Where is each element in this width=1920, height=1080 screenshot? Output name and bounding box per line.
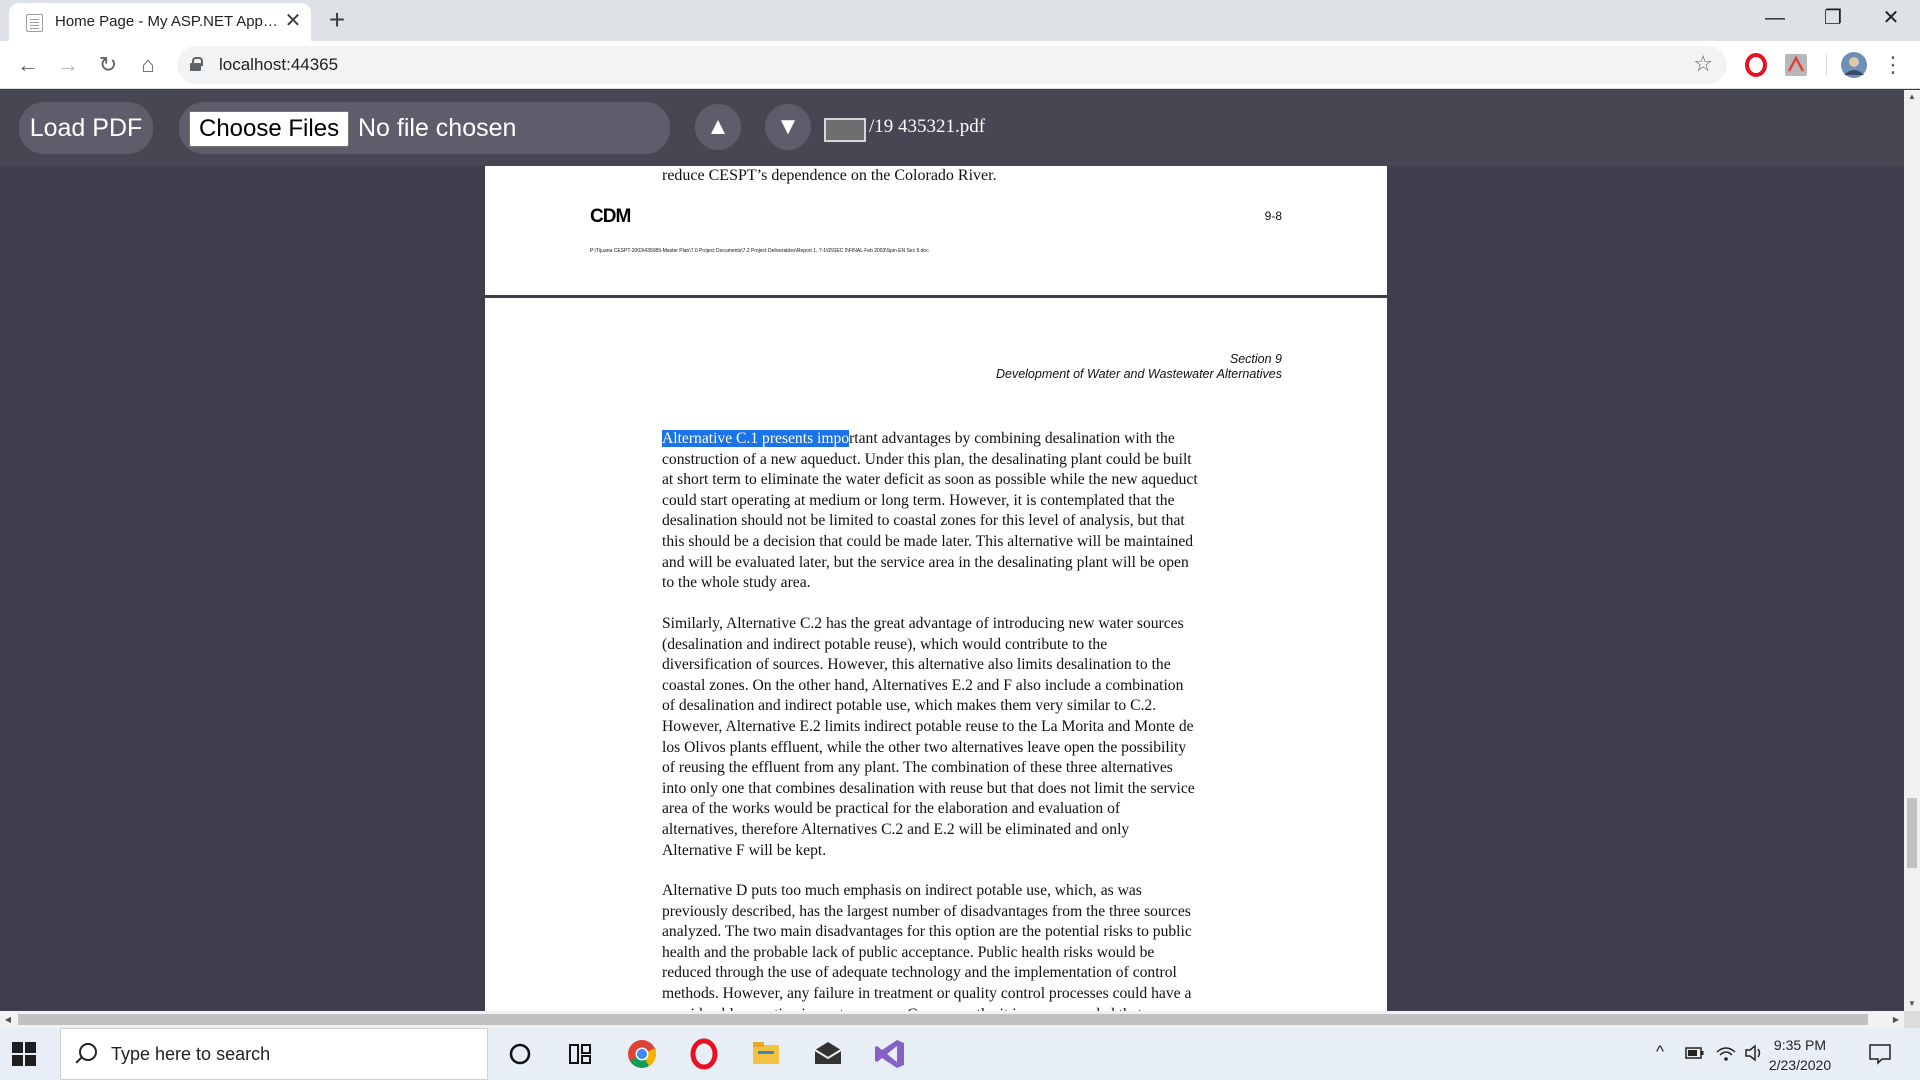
new-tab-button[interactable]: + bbox=[322, 5, 352, 35]
cortana-icon[interactable] bbox=[494, 1028, 546, 1080]
browser-toolbar: ← → ↻ ⌂ localhost:44365 ☆ ⋮ bbox=[0, 41, 1920, 89]
restore-button[interactable]: ❐ bbox=[1810, 0, 1856, 36]
home-icon[interactable]: ⌂ bbox=[132, 49, 164, 81]
mail-icon[interactable] bbox=[802, 1028, 854, 1080]
scroll-left-arrow-icon[interactable]: ◀ bbox=[0, 1011, 16, 1028]
bookmark-star-icon[interactable]: ☆ bbox=[1693, 51, 1713, 77]
scroll-down-arrow-icon[interactable]: ▼ bbox=[1904, 997, 1920, 1011]
section-label: Section 9 bbox=[1229, 352, 1282, 366]
page-number: 9-8 bbox=[1264, 209, 1282, 223]
vertical-scroll-thumb[interactable] bbox=[1907, 798, 1917, 868]
scroll-up-arrow-icon[interactable]: ▲ bbox=[1904, 90, 1920, 104]
visual-studio-icon[interactable] bbox=[864, 1028, 916, 1080]
page-number-input[interactable] bbox=[824, 118, 866, 142]
back-icon[interactable]: ← bbox=[12, 49, 44, 81]
pdf-page-previous: reduce CESPT’s dependence on the Colorad… bbox=[485, 166, 1387, 295]
reload-icon[interactable]: ↻ bbox=[92, 49, 124, 81]
scrollbar-corner bbox=[1904, 1011, 1920, 1028]
show-hidden-icons-icon[interactable]: ^ bbox=[1656, 1042, 1664, 1062]
system-clock[interactable]: 9:35 PM 2/23/2020 bbox=[1760, 1035, 1840, 1075]
section-title: Development of Water and Wastewater Alte… bbox=[995, 367, 1282, 381]
no-file-label: No file chosen bbox=[358, 114, 517, 142]
wifi-icon[interactable] bbox=[1716, 1044, 1736, 1062]
paragraph-alternative-c1: Alternative C.1 presents important advan… bbox=[662, 429, 1292, 594]
url-text[interactable]: localhost:44365 bbox=[219, 55, 338, 75]
lock-icon bbox=[190, 57, 203, 71]
task-view-icon[interactable] bbox=[554, 1028, 606, 1080]
taskbar-search-box[interactable]: Type here to search bbox=[60, 1028, 488, 1080]
close-tab-icon[interactable]: ✕ bbox=[282, 10, 304, 32]
pdf-toolbar: Load PDF Choose Files No file chosen ▲ ▼… bbox=[0, 90, 1904, 166]
profile-avatar-icon[interactable] bbox=[1840, 51, 1868, 79]
pdf-viewer[interactable]: reduce CESPT’s dependence on the Colorad… bbox=[0, 166, 1904, 1011]
address-bar[interactable]: localhost:44365 ☆ bbox=[177, 46, 1727, 84]
search-placeholder: Type here to search bbox=[111, 1044, 271, 1064]
windows-taskbar: Type here to search ^ 9:35 PM 2/23/2020 bbox=[0, 1028, 1920, 1080]
notification-center-icon[interactable] bbox=[1868, 1042, 1892, 1066]
page-text-tail: reduce CESPT’s dependence on the Colorad… bbox=[662, 167, 997, 184]
chrome-menu-icon[interactable]: ⋮ bbox=[1877, 49, 1909, 81]
windows-start-icon[interactable] bbox=[12, 1042, 36, 1066]
chrome-taskbar-icon[interactable] bbox=[616, 1028, 668, 1080]
search-icon bbox=[79, 1043, 97, 1061]
load-pdf-button[interactable]: Load PDF bbox=[19, 102, 153, 154]
previous-page-button[interactable]: ▲ bbox=[695, 104, 741, 150]
selected-text[interactable]: Alternative C.1 presents impo bbox=[662, 430, 850, 447]
paragraph-text: rtant advantages by combining desalinati… bbox=[662, 430, 1198, 592]
vertical-scrollbar[interactable]: ▲ ▼ bbox=[1904, 90, 1920, 1011]
acrobat-extension-icon[interactable] bbox=[1784, 53, 1808, 77]
opera-taskbar-icon[interactable] bbox=[678, 1028, 730, 1080]
cdm-logo: CDM bbox=[590, 206, 631, 227]
page-count-filename: /19 435321.pdf bbox=[869, 116, 986, 137]
minimize-button[interactable]: — bbox=[1752, 0, 1798, 36]
browser-tab[interactable]: Home Page - My ASP.NET Application ✕ bbox=[9, 3, 311, 41]
clock-date: 2/23/2020 bbox=[1768, 1057, 1832, 1073]
toolbar-divider bbox=[1826, 54, 1827, 76]
battery-icon[interactable] bbox=[1685, 1046, 1705, 1060]
choose-files-button[interactable]: Choose Files bbox=[189, 111, 350, 147]
forward-icon[interactable]: → bbox=[52, 49, 84, 81]
close-window-button[interactable]: ✕ bbox=[1868, 0, 1914, 36]
next-page-button[interactable]: ▼ bbox=[765, 104, 811, 150]
paragraph-alternative-d: Alternative D puts too much emphasis on … bbox=[662, 882, 1192, 1011]
footer-path: P:\Tijuana CESPT-2003\435089-Master Plan… bbox=[590, 248, 929, 254]
section-header: Section 9 Development of Water and Waste… bbox=[996, 352, 1282, 382]
pdf-page-current: Section 9 Development of Water and Waste… bbox=[485, 298, 1387, 1011]
tab-title: Home Page - My ASP.NET Application bbox=[55, 13, 281, 30]
tab-strip: Home Page - My ASP.NET Application ✕ + —… bbox=[0, 0, 1920, 41]
scroll-right-arrow-icon[interactable]: ▶ bbox=[1888, 1011, 1904, 1028]
horizontal-scroll-thumb[interactable] bbox=[18, 1014, 1868, 1025]
clock-time: 9:35 PM bbox=[1773, 1037, 1827, 1053]
file-input[interactable]: Choose Files No file chosen bbox=[179, 102, 670, 154]
opera-extension-icon[interactable] bbox=[1744, 53, 1768, 77]
horizontal-scrollbar[interactable]: ◀ ▶ bbox=[0, 1011, 1904, 1028]
paragraph-alternative-c2: Similarly, Alternative C.2 has the great… bbox=[662, 615, 1195, 859]
page-favicon-icon bbox=[26, 14, 43, 32]
file-explorer-icon[interactable] bbox=[740, 1028, 792, 1080]
